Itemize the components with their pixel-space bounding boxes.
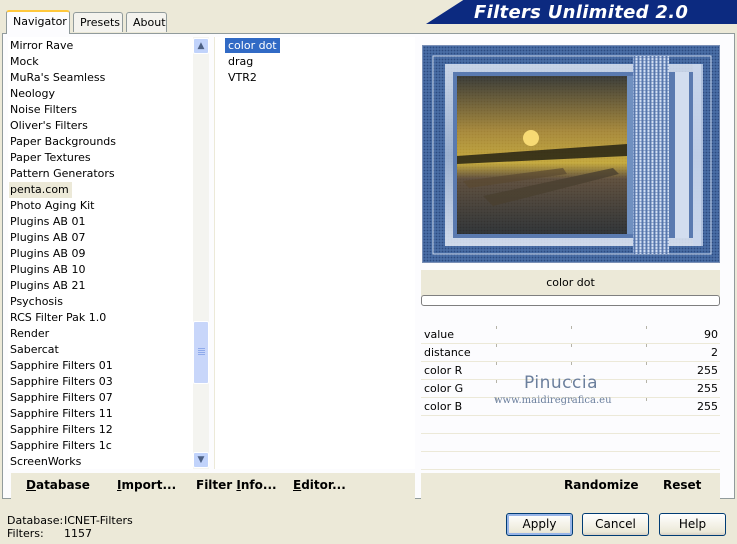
tab-about-label: About [133,16,166,29]
category-item[interactable]: Pattern Generators [9,166,118,182]
watermark-site: www.maidiregrafica.eu [494,395,612,406]
category-item[interactable]: MuRa's Seamless [9,70,108,86]
tab-about[interactable]: About [126,12,167,32]
progress-bar [421,295,720,306]
randomize-button[interactable]: Randomize [564,478,638,492]
category-item[interactable]: Sapphire Filters 01 [9,358,116,374]
param-label: color G [424,382,464,395]
filter-info-button-label: nfo... [240,478,277,492]
preview-artwork [423,46,719,262]
category-item[interactable]: Plugins AB 21 [9,278,88,294]
scroll-up-button[interactable]: ▲ [193,38,209,54]
category-item[interactable]: Noise Filters [9,102,80,118]
param-value: 90 [704,328,718,341]
category-item[interactable]: Plugins AB 01 [9,214,88,230]
cancel-button[interactable]: Cancel [582,513,649,536]
param-label: distance [424,346,471,359]
category-item[interactable]: ScreenWorks [9,454,84,470]
filters-count-label: Filters: [7,527,44,540]
tab-navigator-label: Navigator [13,15,67,28]
tab-presets-label: Presets [80,16,121,29]
category-item[interactable]: Sabercat [9,342,62,358]
category-item[interactable]: Photo Aging Kit [9,198,97,214]
category-item[interactable]: Sapphire Filters 12 [9,422,116,438]
category-item[interactable]: Mock [9,54,42,70]
filter-item[interactable]: color dot [225,38,280,53]
editor-button-label: ditor... [301,478,346,492]
category-item[interactable]: Sapphire Filters 07 [9,390,116,406]
filter-item[interactable]: VTR2 [225,70,260,85]
divider [421,433,720,434]
category-item[interactable]: Sapphire Filters 03 [9,374,116,390]
watermark-name: Pinuccia [524,373,598,393]
param-value: 255 [697,364,718,377]
reset-button[interactable]: Reset [663,478,701,492]
apply-button[interactable]: Apply [506,513,573,536]
database-button-label: atabase [35,478,90,492]
param-slider[interactable]: distance 2 [421,344,720,362]
filter-info-button[interactable]: Filter Info... [196,478,277,492]
category-item[interactable]: Psychosis [9,294,66,310]
tab-presets[interactable]: Presets [73,12,123,32]
category-item[interactable]: Oliver's Filters [9,118,91,134]
category-item[interactable]: Paper Backgrounds [9,134,119,150]
param-value: 255 [697,382,718,395]
category-item[interactable]: Plugins AB 09 [9,246,88,262]
filters-count-value: 1157 [64,527,92,540]
filter-item[interactable]: drag [225,54,256,69]
category-item[interactable]: Mirror Rave [9,38,76,54]
filter-info-button-prefix: Filter [196,478,237,492]
category-item[interactable]: Plugins AB 10 [9,262,88,278]
editor-button[interactable]: Editor... [293,478,346,492]
editor-button-hotkey: E [293,478,302,492]
preview-image [422,45,720,263]
scroll-thumb[interactable] [193,321,209,384]
param-label: value [424,328,455,341]
category-item[interactable]: RCS Filter Pak 1.0 [9,310,109,326]
param-slider[interactable]: value 90 [421,326,720,344]
param-label: color B [424,400,463,413]
param-value: 255 [697,400,718,413]
category-item[interactable]: Neology [9,86,58,102]
category-item[interactable]: penta.com [9,182,72,198]
database-button-hotkey: D [26,478,36,492]
category-item[interactable]: Sapphire Filters 11 [9,406,116,422]
category-scrollbar[interactable] [193,37,209,469]
category-item[interactable]: Plugins AB 07 [9,230,88,246]
database-button[interactable]: Database [26,478,90,492]
filter-list[interactable] [214,37,415,469]
import-button[interactable]: Import... [117,478,176,492]
chevron-up-icon: ▲ [197,41,205,51]
scroll-down-button[interactable]: ▼ [193,452,209,468]
divider [421,451,720,452]
divider [421,469,720,470]
app-title: Filters Unlimited 2.0 [474,2,689,23]
param-value: 2 [711,346,718,359]
filter-name-display: color dot [421,270,720,296]
param-label: color R [424,364,463,377]
tab-navigator[interactable]: Navigator [6,10,70,34]
category-item[interactable]: Render [9,326,52,342]
database-value: ICNET-Filters [64,514,133,527]
help-button[interactable]: Help [659,513,726,536]
category-item[interactable]: Paper Textures [9,150,94,166]
database-label: Database: [7,514,64,527]
chevron-down-icon: ▼ [197,455,205,465]
import-button-label: mport... [121,478,177,492]
category-item[interactable]: Sapphire Filters 1c [9,438,115,454]
